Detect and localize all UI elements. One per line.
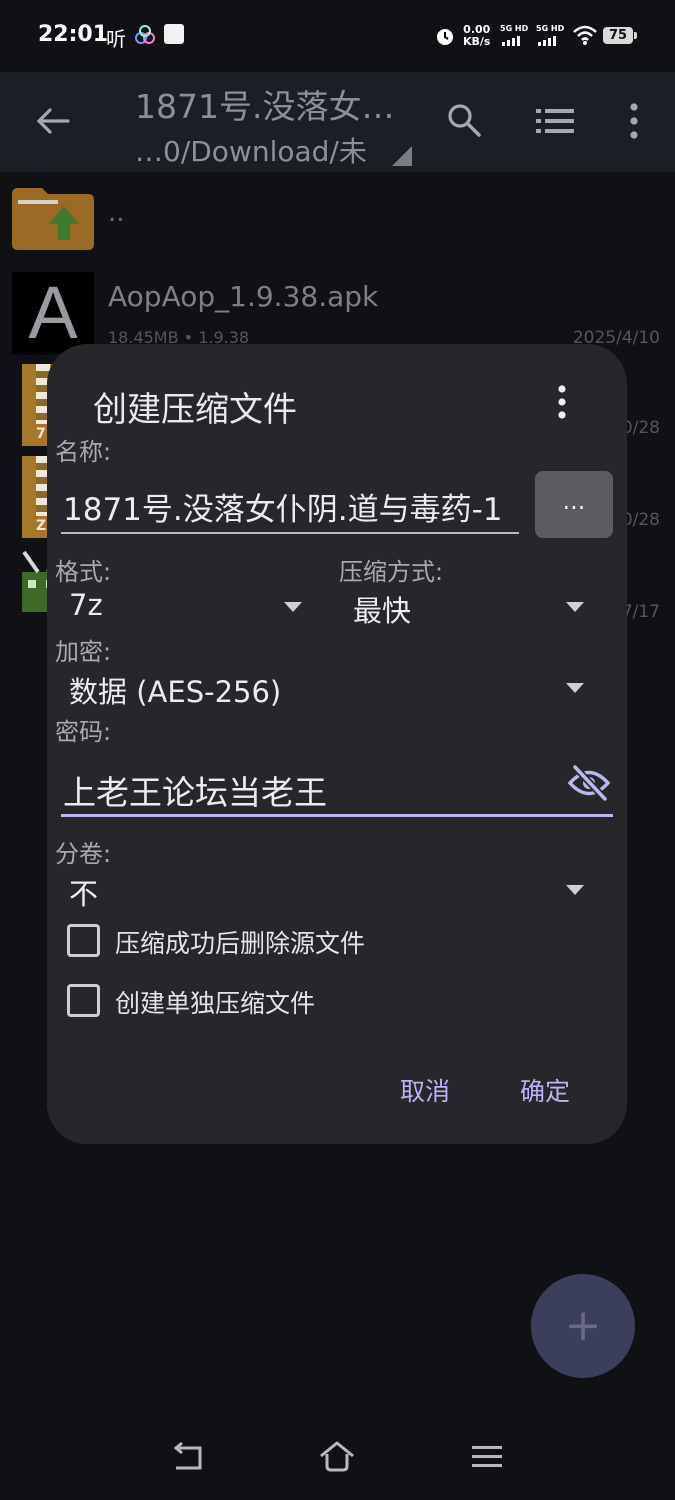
signal-icon: 5G HD (500, 24, 532, 48)
split-label: 分卷: (55, 840, 112, 868)
password-input[interactable]: 上老王论坛当老王 (61, 762, 613, 817)
wifi-icon (573, 25, 597, 45)
nav-back-icon[interactable] (170, 1442, 206, 1474)
more-options-icon[interactable] (552, 384, 572, 420)
browse-button[interactable]: ... (535, 471, 613, 538)
delete-source-label[interactable]: 压缩成功后删除源文件 (115, 924, 365, 960)
file-name: .. (108, 198, 125, 228)
ok-button[interactable]: 确定 (520, 1072, 570, 1108)
file-date: 0/28 (621, 510, 660, 530)
status-bar: 22:01 听 0.00 KB/s 5G HD 5G HD 75 (0, 0, 675, 72)
name-label: 名称: (55, 438, 112, 466)
password-label: 密码: (55, 718, 112, 746)
format-select[interactable]: 7z (69, 588, 305, 630)
system-nav-bar (0, 1420, 675, 1500)
folder-up-icon (12, 188, 94, 250)
delete-source-checkbox[interactable] (67, 924, 100, 957)
battery-indicator: 75 (603, 27, 637, 44)
nav-menu-icon[interactable] (471, 1444, 503, 1470)
app-notification-icon (135, 25, 155, 44)
status-time: 22:01 (38, 22, 109, 47)
back-arrow-icon[interactable] (36, 107, 70, 135)
compression-method-label: 压缩方式: (339, 558, 444, 586)
file-name: AopAop_1.9.38.apk (108, 280, 379, 313)
app-notification-icon-2 (164, 24, 184, 44)
chevron-down-icon (566, 885, 584, 895)
list-view-icon[interactable] (536, 107, 574, 135)
app-bar-title: 1871号.没落女… (135, 87, 395, 126)
list-item[interactable]: .. (0, 172, 675, 264)
encryption-select[interactable]: 数据 (AES-256) (69, 669, 589, 711)
create-archive-dialog: 创建压缩文件 名称: 1871号.没落女仆阴.道与毒药-1 ... 格式: 压缩… (47, 344, 627, 1144)
search-icon[interactable] (446, 102, 482, 138)
path-dropdown-icon[interactable] (392, 146, 412, 166)
split-select[interactable]: 不 (69, 871, 589, 913)
add-fab-button[interactable]: + (531, 1274, 635, 1378)
alarm-icon (437, 29, 453, 45)
nav-home-icon[interactable] (318, 1440, 356, 1474)
compression-method-select[interactable]: 最快 (353, 588, 589, 630)
encryption-label: 加密: (55, 638, 112, 666)
app-bar-path[interactable]: …0/Download/未 (135, 130, 367, 170)
app-bar: 1871号.没落女… …0/Download/未 (0, 72, 675, 172)
plus-icon: + (564, 1300, 602, 1351)
file-date: 7/17 (621, 602, 660, 622)
network-speed: 0.00 KB/s (463, 23, 491, 48)
dialog-title: 创建压缩文件 (93, 390, 297, 430)
chevron-down-icon (566, 683, 584, 693)
signal-icon-2: 5G HD (536, 24, 568, 48)
chevron-down-icon (284, 602, 302, 612)
cancel-button[interactable]: 取消 (400, 1072, 450, 1108)
file-date: 0/28 (621, 418, 660, 438)
separate-archive-label[interactable]: 创建单独压缩文件 (115, 984, 315, 1020)
archive-name-input[interactable]: 1871号.没落女仆阴.道与毒药-1 (61, 480, 519, 534)
apk-icon: A (12, 272, 94, 354)
status-ting-icon: 听 (106, 27, 126, 51)
more-options-icon[interactable] (624, 102, 644, 140)
format-label: 格式: (55, 558, 112, 586)
chevron-down-icon (566, 602, 584, 612)
separate-archive-checkbox[interactable] (67, 984, 100, 1017)
visibility-off-icon[interactable] (567, 764, 611, 802)
